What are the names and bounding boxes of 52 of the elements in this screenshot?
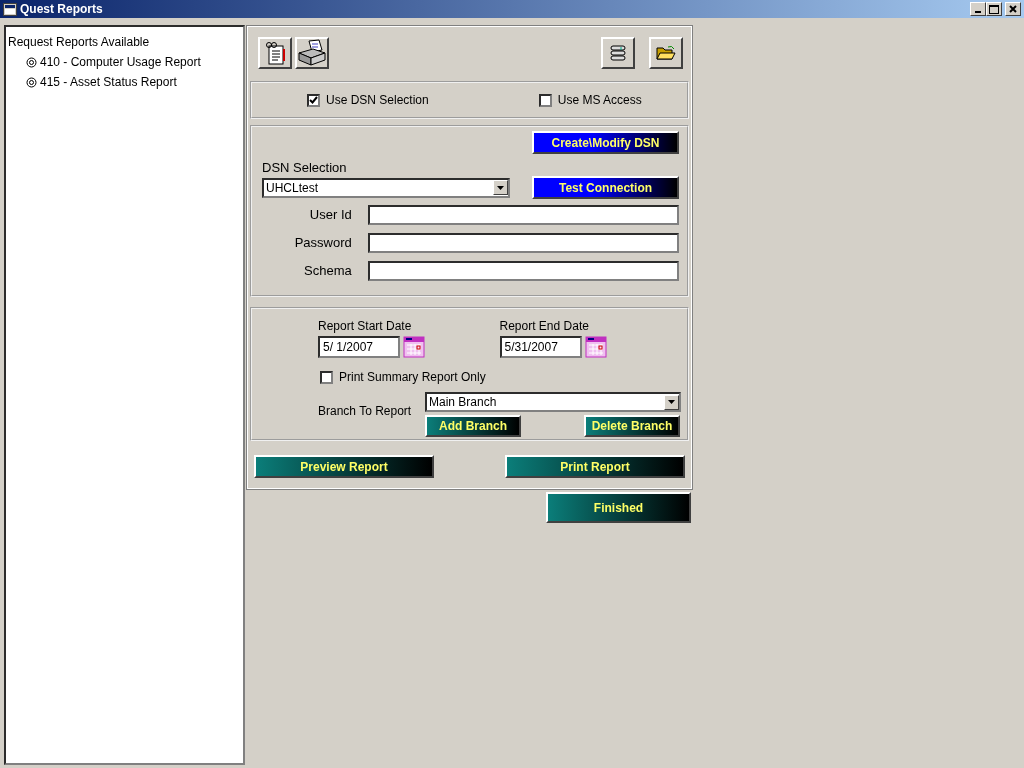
checkmark-icon: [309, 96, 318, 104]
app-icon: [3, 2, 17, 16]
maximize-icon: [989, 4, 999, 14]
finished-button[interactable]: Finished: [546, 492, 691, 523]
tree-heading: Request Reports Available: [8, 34, 151, 51]
branch-dropdown[interactable]: Main Branch: [425, 392, 681, 412]
tree-item[interactable]: 410 - Computer Usage Report: [40, 53, 201, 71]
document-icon: [264, 41, 286, 65]
print-report-button[interactable]: Print Report: [505, 455, 685, 478]
printer-icon: [297, 39, 327, 67]
field-label: Schema: [303, 262, 352, 281]
date-field[interactable]: 5/31/2007: [499, 336, 582, 358]
minimize-button[interactable]: [970, 2, 986, 16]
date-label: Report End Date: [499, 318, 590, 335]
field-label: Password: [293, 234, 352, 253]
create-modify-dsn-button[interactable]: Create\Modify DSN: [532, 131, 679, 154]
checkbox-label: Use MS Access: [557, 92, 642, 109]
maximize-button[interactable]: [986, 2, 1002, 16]
delete-branch-button[interactable]: Delete Branch: [584, 415, 680, 437]
calendar-icon[interactable]: [403, 336, 425, 358]
date-label: Report Start Date: [318, 318, 413, 335]
test-connection-button[interactable]: Test Connection: [532, 176, 679, 199]
close-icon: [1009, 5, 1017, 13]
checkbox[interactable]: [538, 93, 552, 107]
dsn-selection-label: DSN Selection: [262, 159, 348, 176]
dsn-dropdown[interactable]: UHCLtest: [262, 177, 510, 198]
checkbox-label: Print Summary Report Only: [339, 369, 486, 386]
field-label: User Id: [308, 206, 352, 225]
report-view-button[interactable]: [258, 37, 292, 69]
printer-button[interactable]: [295, 37, 329, 69]
branch-label: Branch To Report: [318, 403, 413, 420]
window-title: Quest Reports: [20, 1, 103, 18]
folder-icon: [656, 45, 676, 61]
tree-item[interactable]: 415 - Asset Status Report: [40, 73, 177, 91]
input-field[interactable]: [367, 233, 679, 253]
checkbox-label: Use DSN Selection: [326, 92, 429, 109]
input-field[interactable]: [367, 205, 679, 225]
input-field[interactable]: [367, 261, 679, 281]
database-icon: [609, 44, 627, 62]
add-branch-button[interactable]: Add Branch: [425, 415, 521, 437]
open-folder-button[interactable]: [649, 37, 683, 69]
checkbox[interactable]: [320, 370, 333, 384]
dropdown-arrow-icon: [668, 400, 675, 404]
preview-report-button[interactable]: Preview Report: [254, 455, 434, 478]
report-node-icon: [26, 76, 37, 88]
report-node-icon: [26, 56, 37, 68]
date-field[interactable]: 5/ 1/2007: [318, 336, 400, 358]
close-button[interactable]: [1005, 2, 1021, 16]
database-button[interactable]: [601, 37, 635, 69]
calendar-icon[interactable]: [584, 336, 607, 358]
checkbox[interactable]: [307, 93, 320, 107]
dropdown-arrow-icon: [497, 185, 504, 190]
